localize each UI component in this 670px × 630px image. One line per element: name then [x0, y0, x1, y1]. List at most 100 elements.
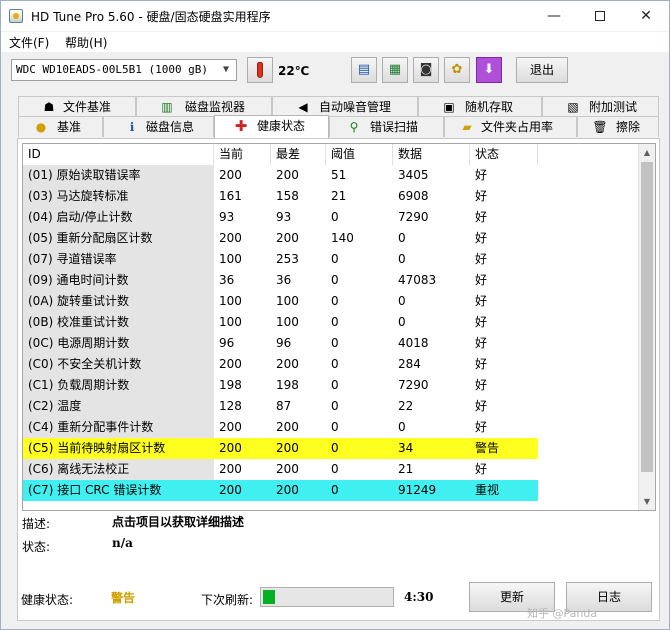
tab-random-access[interactable]: ▣ 随机存取	[418, 96, 542, 117]
copy-info-button[interactable]: ▦	[382, 57, 408, 83]
tab-disk-monitor[interactable]: ▥ 磁盘监视器	[136, 96, 272, 117]
cell-current: 198	[219, 378, 242, 392]
table-row[interactable]: (C5) 当前待映射扇区计数 200 200 0 34 警告	[23, 438, 643, 459]
save-button[interactable]: ⬇	[476, 57, 502, 83]
cell-attr-id: (C5) 当前待映射扇区计数	[23, 438, 214, 459]
cell-current: 96	[219, 336, 235, 350]
camera-icon: ◙	[419, 62, 433, 77]
drive-select-value: WDC WD10EADS-00L5B1 (1000 gB)	[16, 63, 209, 76]
scroll-down-icon[interactable]: ▼	[639, 493, 655, 510]
options-button[interactable]: ✿	[444, 57, 470, 83]
cell-raw-data: 7290	[398, 210, 429, 224]
cell-status: 好	[475, 315, 488, 329]
info-icon: ℹ	[129, 120, 135, 134]
menu-help[interactable]: 帮助(H)	[65, 34, 107, 51]
table-row[interactable]: (C4) 重新分配事件计数 200 200 0 0 好	[23, 417, 643, 438]
copy-icon: ▤	[357, 62, 371, 77]
table-header: ID 当前 最差 阈值 数据 状态	[23, 144, 643, 165]
drive-select[interactable]: WDC WD10EADS-00L5B1 (1000 gB) ▼	[11, 59, 237, 81]
tab-acoustic-management[interactable]: ◀ 自动噪音管理	[272, 96, 418, 117]
close-button[interactable]: ✕	[623, 1, 669, 31]
cell-raw-data: 3405	[398, 168, 429, 182]
table-row[interactable]: (C1) 负载周期计数 198 198 0 7290 好	[23, 375, 643, 396]
col-header-worst[interactable]: 最差	[271, 144, 326, 165]
col-header-status[interactable]: 状态	[470, 144, 538, 165]
cell-raw-data: 6908	[398, 189, 429, 203]
tab-erase[interactable]: 🗑 擦除	[577, 116, 659, 137]
cell-raw-data: 0	[398, 294, 406, 308]
temperature-button[interactable]	[247, 57, 273, 83]
cell-attr-id: (04) 启动/停止计数	[23, 207, 214, 228]
cell-threshold: 0	[331, 420, 339, 434]
status-label: 状态:	[22, 540, 51, 554]
table-row[interactable]: (05) 重新分配扇区计数 200 200 140 0 好	[23, 228, 643, 249]
menu-bar: 文件(F) 帮助(H)	[1, 32, 669, 52]
tab-label: 文件基准	[63, 100, 112, 114]
cell-current: 36	[219, 273, 235, 287]
cell-current: 200	[219, 462, 242, 476]
screenshot-button[interactable]: ◙	[413, 57, 439, 83]
cell-worst: 200	[271, 438, 326, 459]
col-header-data[interactable]: 数据	[393, 144, 470, 165]
random-access-icon: ▣	[443, 100, 455, 114]
health-panel: ID 当前 最差 阈值 数据 状态 (01) 原始读取错误率 200 200 51 34…	[17, 138, 660, 621]
exit-button[interactable]: 退出	[516, 57, 568, 83]
cell-threshold: 0	[331, 252, 339, 266]
cell-status: 重视	[470, 480, 538, 501]
folder-icon: ▰	[462, 120, 472, 134]
table-row[interactable]: (0A) 旋转重试计数 100 100 0 0 好	[23, 291, 643, 312]
trash-icon: 🗑	[592, 120, 608, 134]
cell-status: 好	[475, 357, 488, 371]
cell-worst: 93	[276, 210, 292, 224]
col-header-id[interactable]: ID	[23, 144, 214, 165]
cell-worst: 200	[276, 462, 299, 476]
file-benchmark-icon: ☗	[43, 100, 55, 114]
maximize-button[interactable]	[577, 1, 623, 31]
tab-health[interactable]: ✚ 健康状态	[214, 115, 329, 138]
scroll-up-icon[interactable]: ▲	[639, 144, 655, 161]
cell-threshold: 0	[331, 378, 339, 392]
cell-status: 好	[475, 462, 488, 476]
table-row[interactable]: (04) 启动/停止计数 93 93 0 7290 好	[23, 207, 643, 228]
table-row[interactable]: (C0) 不安全关机计数 200 200 0 284 好	[23, 354, 643, 375]
table-row[interactable]: (0C) 电源周期计数 96 96 0 4018 好	[23, 333, 643, 354]
refresh-progress-fill	[263, 590, 275, 604]
cell-attr-id: (C7) 接口 CRC 错误计数	[23, 480, 214, 501]
tab-folder-usage[interactable]: ▰ 文件夹占用率	[444, 116, 577, 137]
tab-error-scan[interactable]: ⚲ 错误扫描	[329, 116, 444, 137]
table-row[interactable]: (07) 寻道错误率 100 253 0 0 好	[23, 249, 643, 270]
cell-threshold: 0	[331, 357, 339, 371]
cell-attr-id: (09) 通电时间计数	[23, 270, 214, 291]
lightbulb-icon: ●	[35, 120, 47, 134]
table-row[interactable]: (03) 马达旋转标准 161 158 21 6908 好	[23, 186, 643, 207]
tab-file-benchmark[interactable]: ☗ 文件基准	[18, 96, 136, 117]
smart-table[interactable]: ID 当前 最差 阈值 数据 状态 (01) 原始读取错误率 200 200 51 34…	[22, 143, 656, 511]
menu-file[interactable]: 文件(F)	[9, 34, 49, 51]
cell-attr-id: (05) 重新分配扇区计数	[23, 228, 214, 249]
cell-threshold: 0	[331, 462, 339, 476]
cell-attr-id: (C0) 不安全关机计数	[23, 354, 214, 375]
table-row[interactable]: (C7) 接口 CRC 错误计数 200 200 0 91249 重视	[23, 480, 643, 501]
col-header-current[interactable]: 当前	[214, 144, 271, 165]
app-window: HD Tune Pro 5.60 - 硬盘/固态硬盘实用程序 — ✕ 文件(F)…	[0, 0, 670, 630]
minimize-button[interactable]: —	[531, 1, 577, 31]
tab-benchmark[interactable]: ● 基准	[18, 116, 103, 137]
tab-extra-tests[interactable]: ▧ 附加测试	[542, 96, 659, 117]
tab-disk-info[interactable]: ℹ 磁盘信息	[103, 116, 214, 137]
tab-label: 附加测试	[589, 100, 638, 114]
scroll-thumb[interactable]	[641, 162, 653, 472]
cell-status: 好	[475, 252, 488, 266]
table-row[interactable]: (09) 通电时间计数 36 36 0 47083 好	[23, 270, 643, 291]
table-row[interactable]: (C2) 温度 128 87 0 22 好	[23, 396, 643, 417]
cell-raw-data: 284	[398, 357, 421, 371]
table-row[interactable]: (C6) 离线无法校正 200 200 0 21 好	[23, 459, 643, 480]
table-row[interactable]: (0B) 校准重试计数 100 100 0 0 好	[23, 312, 643, 333]
copy-text-button[interactable]: ▤	[351, 57, 377, 83]
title-bar[interactable]: HD Tune Pro 5.60 - 硬盘/固态硬盘实用程序 — ✕	[1, 1, 669, 31]
col-header-threshold[interactable]: 阈值	[326, 144, 393, 165]
cell-status: 警告	[470, 438, 538, 459]
vertical-scrollbar[interactable]: ▲ ▼	[638, 144, 655, 510]
cell-threshold: 0	[331, 336, 339, 350]
table-row[interactable]: (01) 原始读取错误率 200 200 51 3405 好	[23, 165, 643, 186]
cell-raw-data: 7290	[398, 378, 429, 392]
